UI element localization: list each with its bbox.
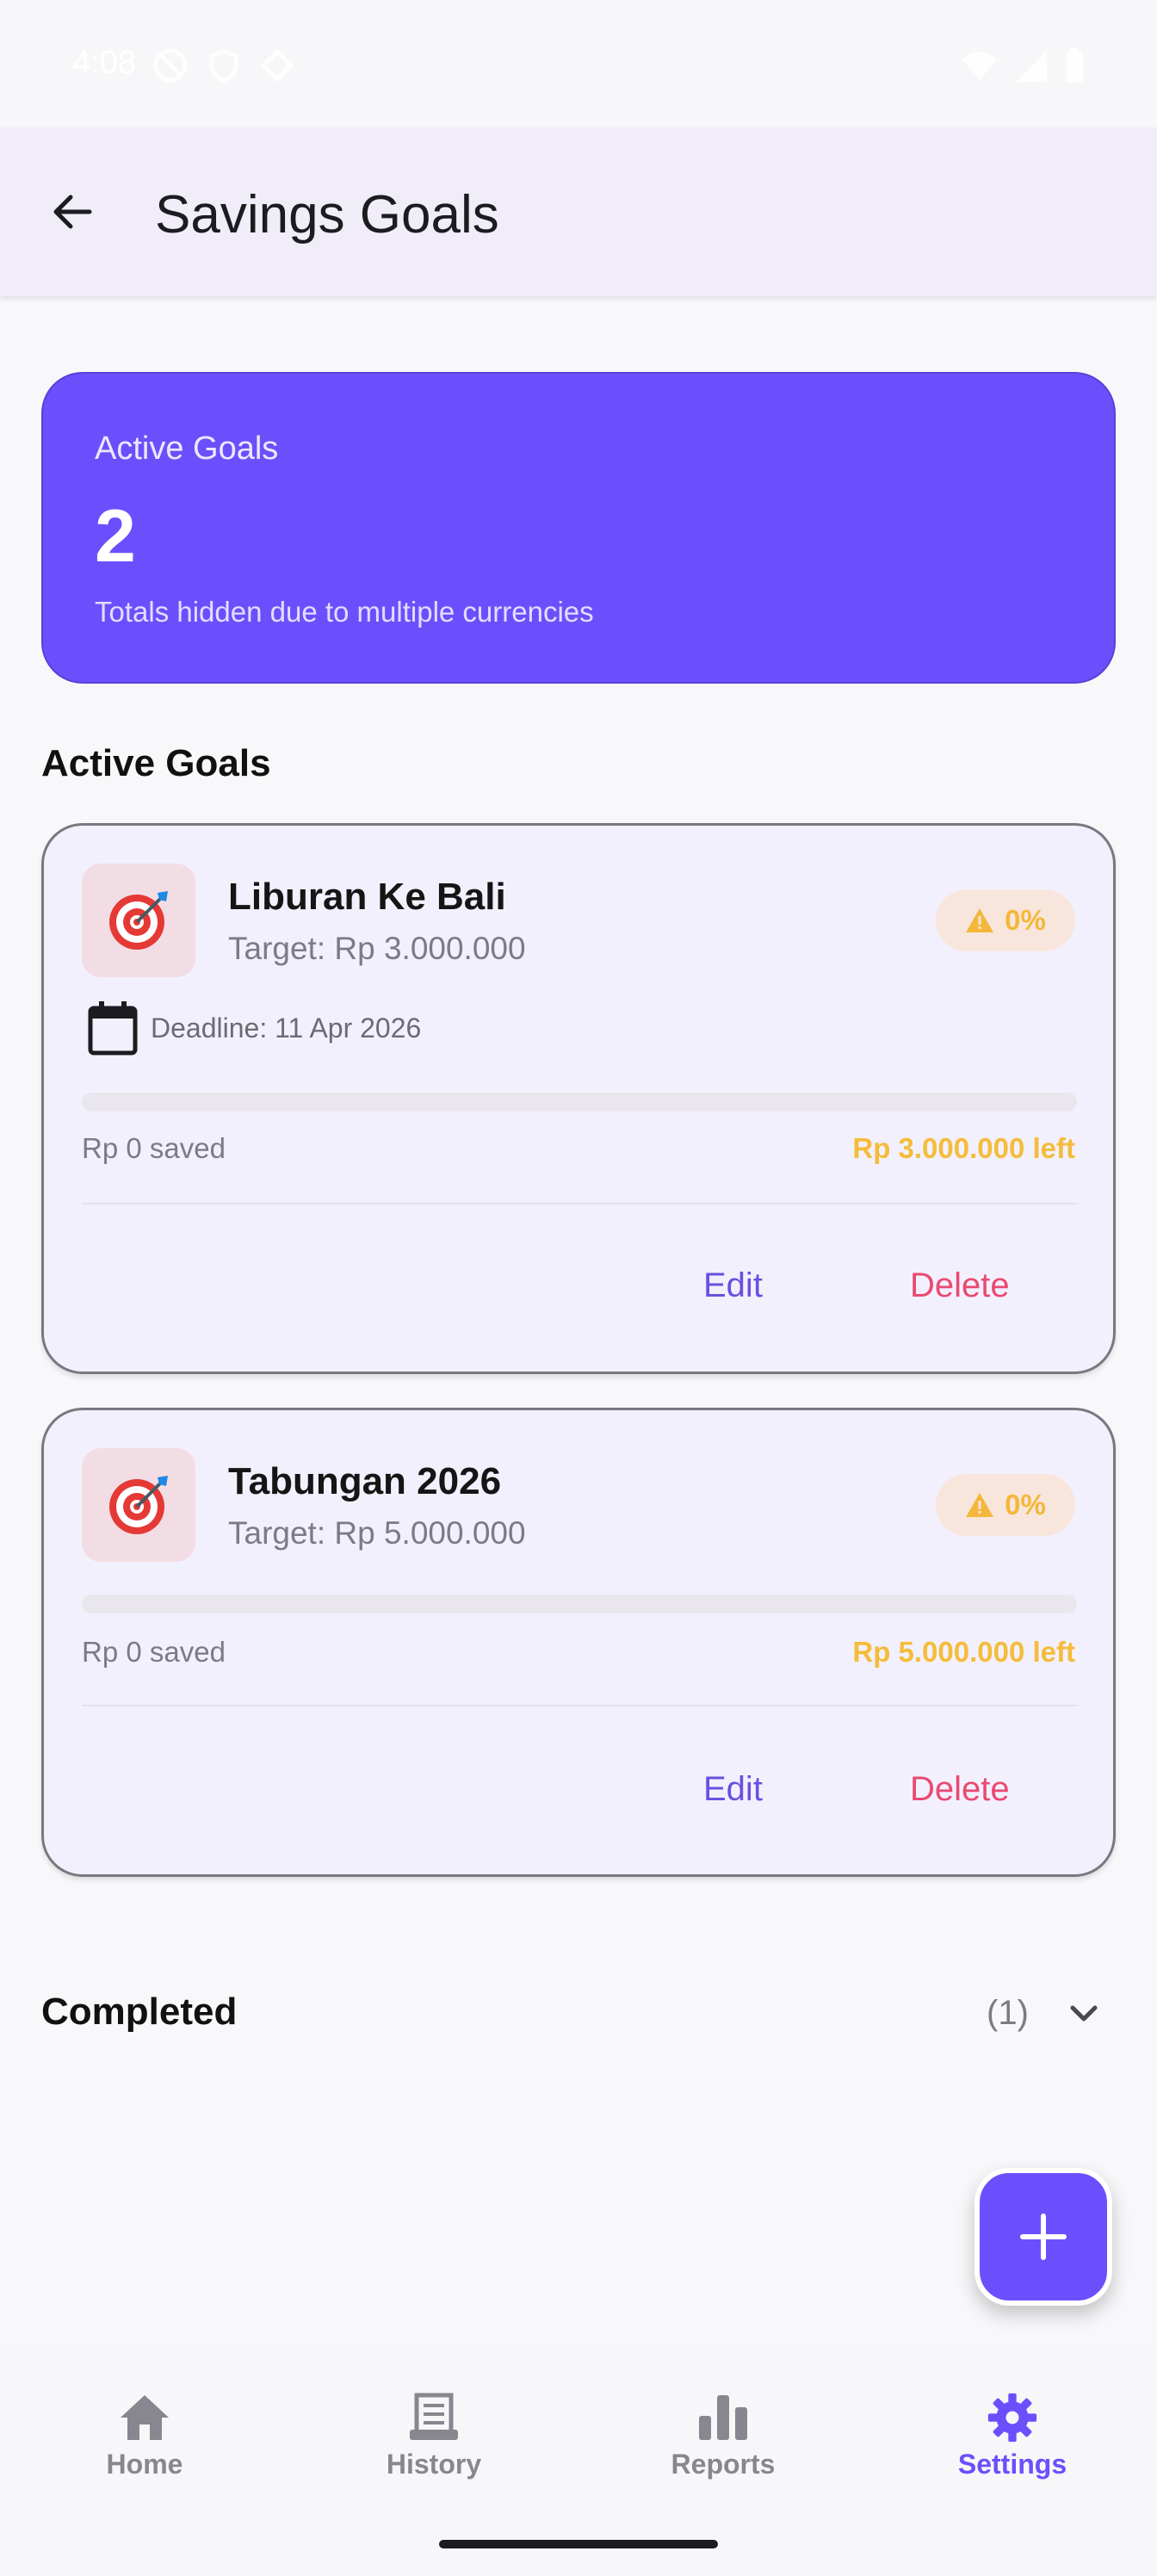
- summary-note: Totals hidden due to multiple currencies: [95, 596, 594, 628]
- status-system-icons: [961, 48, 1085, 84]
- page-title: Savings Goals: [155, 185, 499, 245]
- nav-label: Home: [106, 2449, 183, 2480]
- goal-saved-amount: Rp 0 saved: [82, 1636, 226, 1668]
- delete-button[interactable]: Delete: [910, 1770, 1010, 1809]
- completed-heading[interactable]: Completed: [41, 1991, 237, 2034]
- active-goals-heading: Active Goals: [41, 742, 271, 784]
- nav-label: Reports: [671, 2449, 776, 2480]
- add-goal-button[interactable]: [974, 2168, 1112, 2306]
- goal-card[interactable]: Tabungan 2026 Target: Rp 5.000.000 0% Rp…: [41, 1408, 1116, 1877]
- receipt-icon: [410, 2393, 458, 2440]
- progress-percent-badge: 0%: [936, 889, 1075, 951]
- target-emoji-icon: [109, 891, 168, 950]
- warning-icon: [966, 908, 994, 932]
- battery-icon: [1066, 48, 1083, 83]
- edit-button[interactable]: Edit: [703, 1770, 763, 1809]
- goal-target: Target: Rp 3.000.000: [228, 931, 526, 966]
- deadline-row: Deadline: 11 Apr 2026: [85, 998, 421, 1058]
- goal-target: Target: Rp 5.000.000: [228, 1515, 526, 1551]
- app-bar: Savings Goals: [0, 127, 1157, 296]
- back-button[interactable]: [41, 181, 103, 243]
- bar-chart-icon: [699, 2395, 747, 2440]
- goal-remaining-amount: Rp 5.000.000 left: [852, 1636, 1075, 1668]
- shield-icon: [209, 48, 238, 83]
- progress-percent-label: 0%: [1005, 904, 1046, 936]
- goal-saved-amount: Rp 0 saved: [82, 1132, 226, 1164]
- goal-card[interactable]: Liburan Ke Bali Target: Rp 3.000.000 0% …: [41, 823, 1116, 1374]
- plus-icon: [1020, 2214, 1067, 2260]
- goal-remaining-amount: Rp 3.000.000 left: [852, 1132, 1075, 1164]
- nav-label: Settings: [957, 2449, 1067, 2480]
- wifi-icon: [962, 52, 997, 80]
- target-emoji-icon: [109, 1476, 168, 1534]
- nav-item-settings[interactable]: Settings: [909, 2392, 1116, 2512]
- divider: [82, 1203, 1077, 1204]
- completed-count: (1): [987, 1994, 1029, 2032]
- nav-item-history[interactable]: History: [331, 2392, 537, 2512]
- goal-icon-box: [82, 1448, 195, 1562]
- calendar-icon: [88, 1001, 138, 1056]
- progress-percent-badge: 0%: [936, 1474, 1075, 1536]
- goal-deadline: Deadline: 11 Apr 2026: [151, 1012, 422, 1043]
- goal-name: Tabungan 2026: [228, 1460, 502, 1502]
- progress-percent-label: 0%: [1005, 1489, 1046, 1520]
- goal-icon-box: [82, 864, 195, 977]
- delete-button[interactable]: Delete: [910, 1266, 1010, 1305]
- status-bar: 4:08: [0, 0, 1157, 127]
- edit-button[interactable]: Edit: [703, 1266, 763, 1305]
- nav-item-reports[interactable]: Reports: [620, 2392, 826, 2512]
- arrow-back-icon: [53, 195, 92, 229]
- dnd-icon: [153, 48, 188, 83]
- status-notification-icons: [153, 48, 294, 83]
- summary-label: Active Goals: [95, 430, 279, 467]
- home-indicator[interactable]: [439, 2540, 718, 2548]
- goal-progress-bar: [82, 1595, 1077, 1613]
- summary-count: 2: [95, 495, 136, 578]
- home-icon: [121, 2395, 169, 2440]
- active-goals-summary-card: Active Goals 2 Totals hidden due to mult…: [41, 372, 1116, 684]
- goal-name: Liburan Ke Bali: [228, 876, 506, 918]
- gear-icon: [987, 2393, 1037, 2443]
- status-time: 4:08: [72, 45, 136, 81]
- warning-icon: [966, 1493, 994, 1517]
- chevron-down-icon[interactable]: [1062, 1992, 1105, 2035]
- goal-progress-bar: [82, 1093, 1077, 1112]
- nav-label: History: [386, 2449, 482, 2480]
- signal-icon: [1016, 51, 1047, 82]
- divider: [82, 1705, 1077, 1706]
- location-icon: [260, 48, 294, 83]
- nav-item-home[interactable]: Home: [41, 2392, 248, 2512]
